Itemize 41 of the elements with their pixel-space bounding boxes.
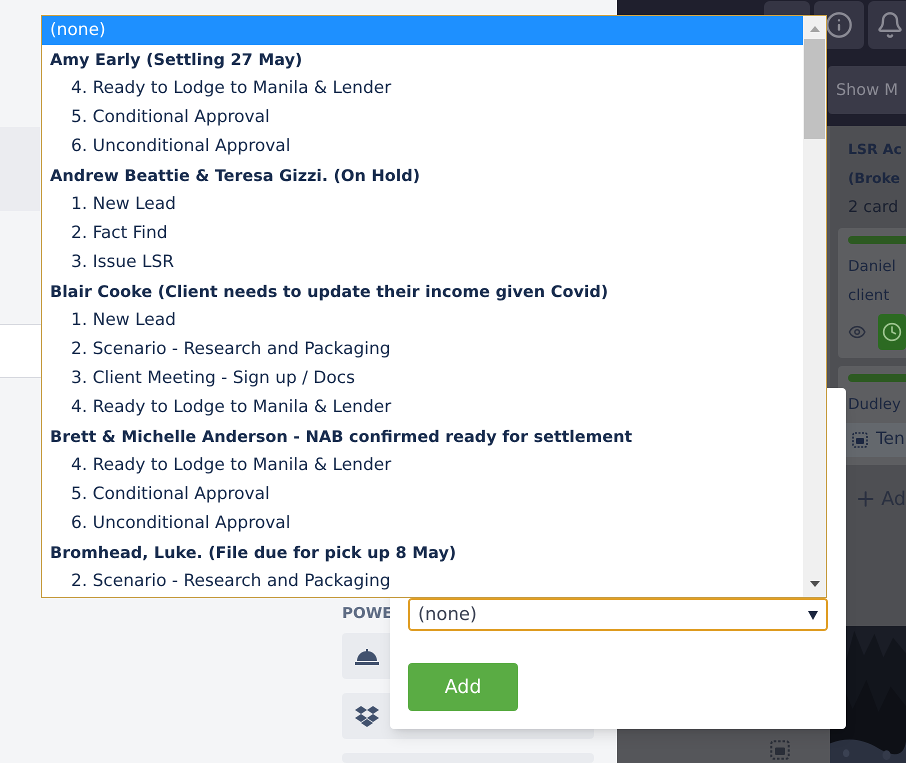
card-template-icon bbox=[852, 432, 868, 448]
scroll-down-icon bbox=[810, 581, 820, 587]
dropdown-option[interactable]: 5. Conditional Approval bbox=[42, 480, 803, 509]
scroll-up-icon bbox=[810, 26, 820, 32]
option-group-label: Brett & Michelle Anderson - NAB confirmed ready for settlement bbox=[49, 426, 634, 448]
option-group-label: Blair Cooke (Client needs to update their income given Covid) bbox=[49, 281, 610, 303]
caret-icon bbox=[808, 610, 818, 620]
scrollbar-thumb[interactable] bbox=[804, 39, 825, 139]
option-group-label: Andrew Beattie & Teresa Gizzi. (On Hold) bbox=[49, 165, 422, 187]
dropdown-option[interactable]: 4. Ready to Lodge to Manila & Lender bbox=[42, 393, 803, 422]
dropbox-icon bbox=[355, 705, 379, 727]
card-title: Daniel bbox=[848, 256, 897, 277]
bell-icon bbox=[355, 646, 379, 666]
option-group-label: Amy Early (Settling 27 May) bbox=[49, 49, 304, 71]
card-template-icon bbox=[770, 740, 790, 760]
dropdown-option[interactable]: 2. Scenario - Research and Packaging bbox=[42, 567, 803, 596]
dropdown-option[interactable]: 2. Scenario - Research and Packaging bbox=[42, 335, 803, 364]
info-icon bbox=[825, 11, 853, 39]
dropdown-option[interactable]: 4. Ready to Lodge to Manila & Lender bbox=[42, 74, 803, 103]
card-title: client bbox=[848, 285, 890, 306]
section-label: POWE bbox=[342, 607, 393, 619]
scrollbar[interactable] bbox=[803, 16, 826, 597]
clock-icon bbox=[882, 322, 902, 342]
dropdown-option[interactable]: 3. Issue LSR bbox=[42, 248, 803, 277]
notifications-button[interactable] bbox=[868, 1, 906, 49]
dropdown-option[interactable]: 6. Unconditional Approval bbox=[42, 132, 803, 161]
dropdown-option[interactable]: 4. Ready to Lodge to Manila & Lender bbox=[42, 451, 803, 480]
card-title: Dudley bbox=[848, 394, 902, 415]
template-label: Ten bbox=[876, 428, 905, 451]
dropdown-option[interactable]: 1. New Lead bbox=[42, 306, 803, 335]
label-bar bbox=[848, 236, 906, 244]
dropdown-option[interactable]: 3. Client Meeting - Sign up / Docs bbox=[42, 364, 803, 393]
option-group-label: Bromhead, Luke. (File due for pick up 8 May) bbox=[49, 542, 458, 564]
dropdown-option[interactable]: 6. Unconditional Approval bbox=[42, 509, 803, 538]
sidebar-item[interactable] bbox=[0, 127, 40, 211]
list-select[interactable]: (none) bbox=[408, 598, 828, 631]
label-bar bbox=[848, 374, 906, 382]
dropdown-option[interactable]: 5. Conditional Approval bbox=[42, 103, 803, 132]
dropdown-option[interactable]: 2. Fact Find bbox=[42, 219, 803, 248]
bell-icon bbox=[876, 11, 904, 39]
dropdown-option[interactable]: 1. New Lead bbox=[42, 190, 803, 219]
